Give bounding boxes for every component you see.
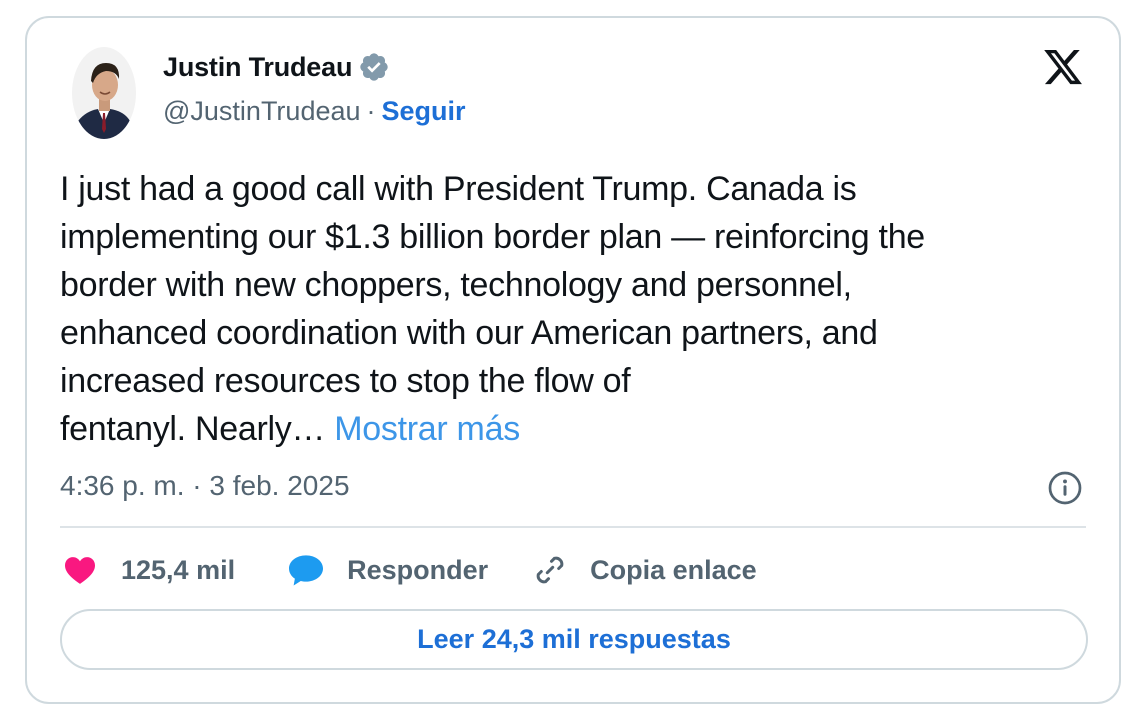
author-name[interactable]: Justin Trudeau — [163, 52, 352, 83]
info-icon[interactable] — [1047, 470, 1083, 506]
tweet-text-line: fentanyl. Nearly… — [60, 410, 326, 448]
tweet-text-line: implementing our $1.3 billion border pla… — [60, 218, 925, 256]
tweet-text-line: border with new choppers, technology and… — [60, 266, 852, 304]
reply-bubble-icon — [289, 555, 324, 586]
author-avatar[interactable] — [72, 47, 136, 139]
author-name-row: Justin Trudeau — [163, 51, 390, 83]
author-handle[interactable]: @JustinTrudeau — [163, 96, 361, 127]
heart-icon — [65, 557, 95, 584]
like-button[interactable]: 125,4 mil — [63, 555, 235, 586]
author-handle-row: @JustinTrudeau · Seguir — [163, 96, 466, 127]
tweet-text: I just had a good call with President Tr… — [60, 165, 1100, 453]
tweet-text-line: increased resources to stop the flow of — [60, 362, 631, 400]
like-count: 125,4 mil — [121, 554, 236, 585]
reply-button[interactable]: Responder — [287, 553, 488, 587]
copy-link-label: Copia enlace — [590, 554, 757, 585]
tweet-text-line: I just had a good call with President Tr… — [60, 170, 857, 208]
read-replies-button[interactable]: Leer 24,3 mil respuestas — [60, 609, 1088, 670]
avatar-photo — [72, 47, 136, 139]
tweet-timestamp[interactable]: 4:36 p. m. · 3 feb. 2025 — [60, 470, 350, 502]
tweet-text-last-line: fentanyl. Nearly… Mostrar más — [60, 405, 1100, 453]
verified-badge-icon — [360, 53, 388, 81]
action-bar: 125,4 mil Responder Copia enlace — [63, 548, 757, 592]
copy-link-button[interactable]: Copia enlace — [532, 552, 757, 588]
x-logo-icon[interactable] — [1042, 46, 1084, 88]
tweet-text-line: enhanced coordination with our American … — [60, 314, 878, 352]
link-icon — [536, 556, 564, 584]
divider — [60, 526, 1086, 528]
handle-separator: · — [366, 96, 376, 126]
tweet-embed-card: Justin Trudeau @JustinTrudeau · Seguir I… — [25, 16, 1121, 704]
follow-link[interactable]: Seguir — [382, 96, 466, 127]
reply-label: Responder — [347, 554, 489, 585]
show-more-link[interactable]: Mostrar más — [334, 410, 520, 448]
